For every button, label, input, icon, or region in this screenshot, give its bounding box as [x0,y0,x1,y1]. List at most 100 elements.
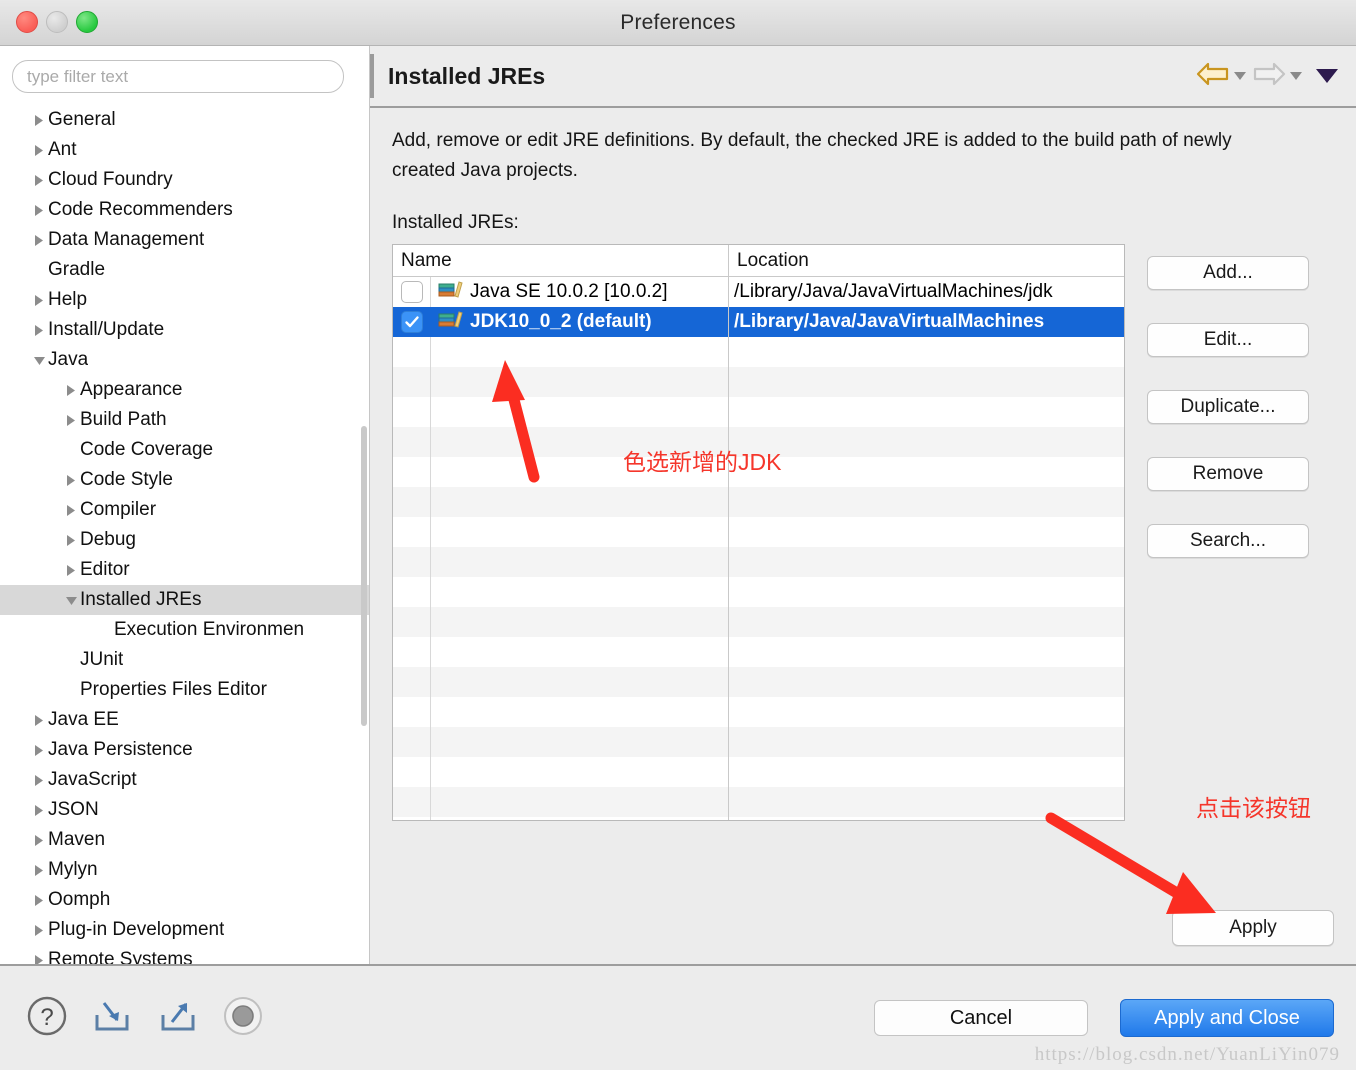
forward-button[interactable] [1252,61,1302,92]
sidebar-item-properties-files-editor[interactable]: Properties Files Editor [0,675,369,705]
page-description: Add, remove or edit JRE definitions. By … [392,130,1232,181]
sidebar-item-build-path[interactable]: Build Path [0,405,369,435]
chevron-down-icon[interactable] [1316,69,1338,83]
export-icon[interactable] [156,995,200,1042]
chevron-right-icon[interactable] [62,495,80,525]
add-button[interactable]: Add... [1147,256,1309,290]
sidebar-item-cloud-foundry[interactable]: Cloud Foundry [0,165,369,195]
sidebar-item-label: JUnit [80,649,124,670]
chevron-right-icon[interactable] [30,915,48,945]
zoom-window-button[interactable] [76,11,98,33]
sidebar-item-help[interactable]: Help [0,285,369,315]
import-icon[interactable] [90,995,134,1042]
close-window-button[interactable] [16,11,38,33]
chevron-down-icon[interactable] [62,585,80,615]
chevron-right-icon[interactable] [62,465,80,495]
chevron-right-icon[interactable] [62,405,80,435]
sidebar-item-label: Help [48,289,88,310]
chevron-right-icon[interactable] [30,195,48,225]
sidebar-item-label: Gradle [48,259,106,280]
apply-and-close-button[interactable]: Apply and Close [1120,999,1334,1037]
sidebar-item-java-persistence[interactable]: Java Persistence [0,735,369,765]
sidebar-item-code-coverage[interactable]: Code Coverage [0,435,369,465]
chevron-right-icon[interactable] [30,285,48,315]
checkbox-checked-icon[interactable] [400,311,423,333]
sidebar-item-editor[interactable]: Editor [0,555,369,585]
sidebar-item-mylyn[interactable]: Mylyn [0,855,369,885]
chevron-right-icon[interactable] [30,225,48,255]
sidebar-item-plug-in-development[interactable]: Plug-in Development [0,915,369,945]
sidebar-item-label: Plug-in Development [48,919,225,940]
sidebar-item-label: Java [48,349,89,370]
search-input[interactable] [12,60,344,93]
table-row[interactable]: JDK10_0_2 (default) /Library/Java/JavaVir… [393,307,1124,337]
sidebar-item-install-update[interactable]: Install/Update [0,315,369,345]
sidebar-item-gradle[interactable]: Gradle [0,255,369,285]
back-button[interactable] [1196,61,1246,92]
sidebar-item-maven[interactable]: Maven [0,825,369,855]
sidebar-item-execution-environmen[interactable]: Execution Environmen [0,615,369,645]
forward-arrow-icon [1252,61,1286,92]
sidebar-item-label: Mylyn [48,859,98,880]
chevron-right-icon[interactable] [62,375,80,405]
chevron-right-icon[interactable] [30,705,48,735]
chevron-right-icon[interactable] [30,735,48,765]
sidebar-item-ant[interactable]: Ant [0,135,369,165]
chevron-right-icon[interactable] [30,945,48,964]
sidebar-item-java-ee[interactable]: Java EE [0,705,369,735]
sidebar-item-appearance[interactable]: Appearance [0,375,369,405]
chevron-down-icon[interactable] [30,345,48,375]
installed-jres-table[interactable]: Name Location Java SE 10.0.2 [10.0.2] /Li… [392,244,1125,821]
sidebar-item-javascript[interactable]: JavaScript [0,765,369,795]
sidebar-item-label: Ant [48,139,77,160]
table-row[interactable]: Java SE 10.0.2 [10.0.2] /Library/Java/Jav… [393,277,1124,307]
row-checkbox-cell[interactable] [393,307,431,337]
back-dropdown-icon[interactable] [1234,72,1246,80]
sidebar-item-remote-systems[interactable]: Remote Systems [0,945,369,964]
search-button[interactable]: Search... [1147,524,1309,558]
chevron-right-icon[interactable] [30,795,48,825]
cancel-button[interactable]: Cancel [874,1000,1088,1036]
remove-button[interactable]: Remove [1147,457,1309,491]
sidebar-item-installed-jres[interactable]: Installed JREs [0,585,369,615]
sidebar-item-code-recommenders[interactable]: Code Recommenders [0,195,369,225]
chevron-right-icon[interactable] [30,315,48,345]
forward-dropdown-icon[interactable] [1290,72,1302,80]
sidebar-item-debug[interactable]: Debug [0,525,369,555]
page-nav-tools [1196,61,1338,92]
row-checkbox-cell[interactable] [393,277,431,307]
sidebar-scrollbar[interactable] [361,426,367,726]
edit-button[interactable]: Edit... [1147,323,1309,357]
dialog-footer: ? Cancel Apply and Close https://blog.cs… [0,964,1356,1070]
chevron-right-icon[interactable] [62,555,80,585]
chevron-right-icon[interactable] [62,525,80,555]
chevron-right-icon[interactable] [30,885,48,915]
apply-button[interactable]: Apply [1172,910,1334,946]
checkbox-unchecked-icon[interactable] [400,281,423,303]
dialog-body: General Ant Cloud Foundry Code Recommenders… [0,46,1356,964]
duplicate-button[interactable]: Duplicate... [1147,390,1309,424]
chevron-right-icon[interactable] [30,165,48,195]
restore-defaults-icon[interactable] [222,995,264,1042]
jre-name: Java SE 10.0.2 [10.0.2] [470,281,668,302]
chevron-right-icon[interactable] [30,135,48,165]
table-action-buttons: Add... Edit... Duplicate... Remove Search... [1147,244,1309,821]
chevron-right-icon[interactable] [30,765,48,795]
sidebar-item-junit[interactable]: JUnit [0,645,369,675]
column-header-location[interactable]: Location [729,245,1124,276]
chevron-right-icon[interactable] [30,105,48,135]
chevron-right-icon[interactable] [30,825,48,855]
table-empty-row [393,637,1124,667]
sidebar-item-general[interactable]: General [0,105,369,135]
sidebar-item-code-style[interactable]: Code Style [0,465,369,495]
column-header-name[interactable]: Name [393,245,729,276]
sidebar-item-java[interactable]: Java [0,345,369,375]
chevron-right-icon[interactable] [30,855,48,885]
help-icon[interactable]: ? [26,995,68,1042]
sidebar-item-oomph[interactable]: Oomph [0,885,369,915]
sidebar-item-compiler[interactable]: Compiler [0,495,369,525]
sidebar-item-data-management[interactable]: Data Management [0,225,369,255]
row-name-cell: Java SE 10.0.2 [10.0.2] [431,277,729,307]
minimize-window-button[interactable] [46,11,68,33]
sidebar-item-json[interactable]: JSON [0,795,369,825]
